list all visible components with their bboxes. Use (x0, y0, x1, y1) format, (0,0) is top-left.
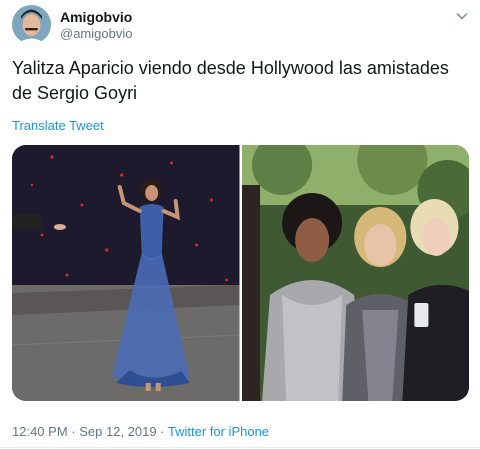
divider (0, 447, 480, 448)
author-display-name[interactable]: Amigobvio (60, 9, 132, 25)
avatar-image (12, 5, 51, 44)
meta-separator: · (156, 424, 168, 439)
tweet-text: Yalitza Aparicio viendo desde Hollywood … (12, 58, 449, 103)
translate-tweet-link[interactable]: Translate Tweet (12, 118, 104, 133)
photo-left[interactable] (12, 145, 240, 401)
photo-right[interactable] (241, 145, 469, 401)
chevron-down-icon[interactable] (455, 9, 469, 23)
media-grid (12, 145, 469, 401)
tweet-source[interactable]: Twitter for iPhone (168, 424, 269, 439)
tweet-meta: 12:40 PM · Sep 12, 2019 · Twitter for iP… (12, 424, 269, 439)
timestamp[interactable]: 12:40 PM · Sep 12, 2019 (12, 424, 157, 439)
tweet-card: Amigobvio @amigobvio Yalitza Aparicio vi… (0, 0, 480, 449)
avatar[interactable] (12, 5, 51, 44)
author-handle[interactable]: @amigobvio (60, 26, 132, 41)
